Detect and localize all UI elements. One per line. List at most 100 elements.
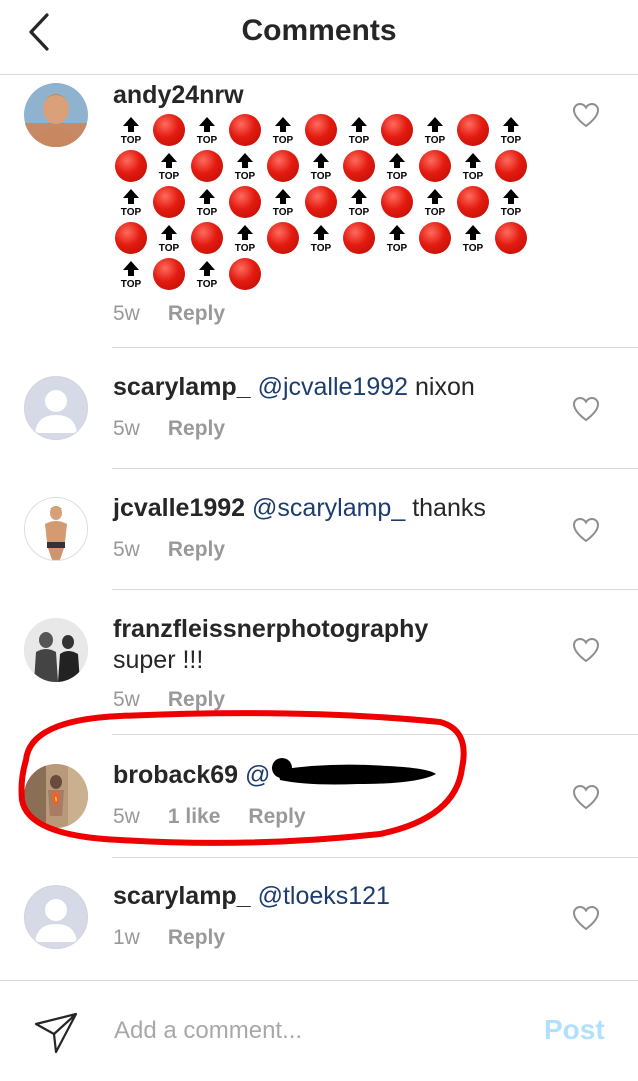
red-circle-emoji — [455, 112, 493, 148]
reply-button[interactable]: Reply — [168, 538, 225, 561]
red-circle-emoji — [113, 220, 151, 256]
top-arrow-emoji: TOP — [379, 148, 417, 184]
avatar[interactable] — [24, 376, 88, 440]
red-circle-emoji — [417, 148, 455, 184]
comment-time: 5w — [113, 688, 140, 711]
red-circle-emoji — [303, 184, 341, 220]
svg-text:TOP: TOP — [501, 135, 522, 146]
red-circle-emoji — [227, 184, 265, 220]
top-arrow-emoji: TOP — [189, 256, 227, 292]
red-circle-emoji — [455, 184, 493, 220]
reply-button[interactable]: Reply — [168, 417, 225, 440]
comment-time: 5w — [113, 538, 140, 561]
top-arrow-emoji: TOP — [417, 184, 455, 220]
heart-icon[interactable] — [572, 637, 600, 663]
heart-icon[interactable] — [572, 905, 600, 931]
mention-link[interactable]: @ — [245, 761, 270, 789]
svg-text:TOP: TOP — [273, 207, 294, 218]
comment-text: nixon — [414, 373, 475, 401]
top-arrow-emoji: TOP — [151, 220, 189, 256]
reply-button[interactable]: Reply — [168, 302, 225, 325]
post-button[interactable]: Post — [544, 1014, 605, 1046]
heart-icon[interactable] — [572, 517, 600, 543]
svg-text:TOP: TOP — [121, 135, 142, 146]
divider — [112, 734, 638, 735]
comment-username[interactable]: scarylamp_ — [113, 882, 251, 910]
red-circle-emoji — [303, 112, 341, 148]
svg-text:TOP: TOP — [197, 135, 218, 146]
top-arrow-emoji: TOP — [341, 112, 379, 148]
top-arrow-emoji: TOP — [113, 112, 151, 148]
red-circle-emoji — [151, 256, 189, 292]
svg-text:TOP: TOP — [197, 279, 218, 290]
emoji-row: TOP TOP TOP TOP TOP — [113, 220, 533, 256]
svg-text:TOP: TOP — [121, 279, 142, 290]
top-arrow-emoji: TOP — [113, 256, 151, 292]
emoji-row: TOP TOP TOP TOP TOP TOP — [113, 184, 533, 220]
red-circle-emoji — [379, 184, 417, 220]
redaction-scribble — [272, 758, 436, 785]
emoji-row: TOP TOP TOP TOP TOP TOP — [113, 112, 533, 148]
red-circle-emoji — [227, 112, 265, 148]
svg-text:TOP: TOP — [501, 207, 522, 218]
avatar[interactable] — [24, 885, 88, 949]
red-circle-emoji — [113, 148, 151, 184]
top-arrow-emoji: TOP — [493, 112, 531, 148]
comment-time: 5w — [113, 302, 140, 325]
top-arrow-emoji: TOP — [455, 148, 493, 184]
svg-text:TOP: TOP — [235, 171, 256, 182]
red-circle-emoji — [189, 220, 227, 256]
comment-username[interactable]: andy24nrw — [113, 81, 244, 109]
svg-text:TOP: TOP — [463, 243, 484, 254]
red-circle-emoji — [493, 220, 531, 256]
svg-text:TOP: TOP — [273, 135, 294, 146]
svg-text:TOP: TOP — [121, 207, 142, 218]
reply-button[interactable]: Reply — [248, 805, 305, 828]
svg-text:TOP: TOP — [425, 135, 446, 146]
avatar[interactable] — [24, 83, 88, 147]
reply-button[interactable]: Reply — [168, 688, 225, 711]
red-circle-emoji — [493, 148, 531, 184]
svg-text:TOP: TOP — [159, 243, 180, 254]
top-arrow-emoji: TOP — [493, 184, 531, 220]
header-bar: Comments — [0, 0, 638, 75]
likes-count[interactable]: 1 like — [168, 805, 221, 828]
emoji-row: TOP TOP — [113, 256, 533, 292]
top-arrow-emoji: TOP — [265, 184, 303, 220]
avatar[interactable] — [24, 764, 88, 828]
top-arrow-emoji: TOP — [265, 112, 303, 148]
svg-text:TOP: TOP — [235, 243, 256, 254]
comment-username[interactable]: scarylamp_ — [113, 373, 251, 401]
svg-text:TOP: TOP — [387, 243, 408, 254]
top-arrow-emoji: TOP — [303, 220, 341, 256]
svg-text:TOP: TOP — [197, 207, 218, 218]
svg-text:TOP: TOP — [349, 207, 370, 218]
heart-icon[interactable] — [572, 784, 600, 810]
avatar[interactable] — [24, 618, 88, 682]
mention-link[interactable]: @scarylamp_ — [252, 494, 405, 522]
svg-text:TOP: TOP — [349, 135, 370, 146]
svg-text:TOP: TOP — [311, 171, 332, 182]
top-arrow-emoji: TOP — [189, 184, 227, 220]
svg-text:TOP: TOP — [159, 171, 180, 182]
top-arrow-emoji: TOP — [455, 220, 493, 256]
page-title: Comments — [241, 14, 397, 47]
top-arrow-emoji: TOP — [227, 220, 265, 256]
comment-input[interactable]: Add a comment... — [114, 1017, 302, 1045]
heart-icon[interactable] — [572, 102, 600, 128]
top-arrow-emoji: TOP — [151, 148, 189, 184]
heart-icon[interactable] — [572, 396, 600, 422]
red-circle-emoji — [341, 148, 379, 184]
top-arrow-emoji: TOP — [379, 220, 417, 256]
avatar[interactable] — [24, 497, 88, 561]
mention-link[interactable]: @jcvalle1992 — [258, 373, 408, 401]
svg-text:TOP: TOP — [425, 207, 446, 218]
top-arrow-emoji: TOP — [303, 148, 341, 184]
comment-username[interactable]: broback69 — [113, 761, 238, 789]
comment-username[interactable]: franzfleissnerphotography — [113, 615, 428, 643]
comment-time: 1w — [113, 926, 140, 949]
reply-button[interactable]: Reply — [168, 926, 225, 949]
send-icon[interactable] — [34, 1010, 80, 1056]
comment-username[interactable]: jcvalle1992 — [113, 494, 245, 522]
mention-link[interactable]: @tloeks121 — [258, 882, 390, 910]
